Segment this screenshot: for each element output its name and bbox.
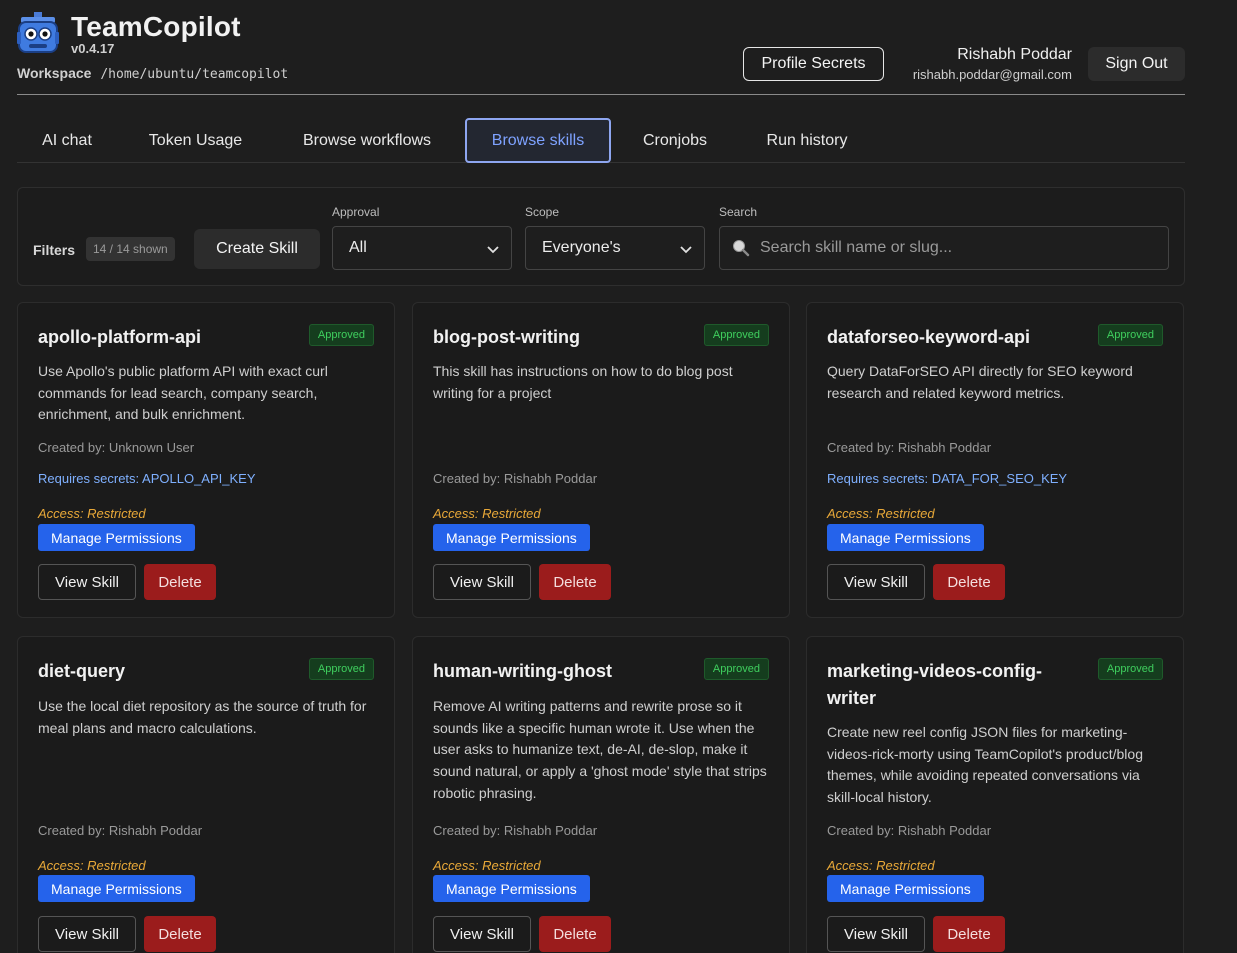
- tab-ai-chat[interactable]: AI chat: [27, 118, 107, 163]
- skill-name: dataforseo-keyword-api: [827, 327, 1031, 347]
- tab-browse-skills[interactable]: Browse skills: [465, 118, 611, 163]
- view-skill-button[interactable]: View Skill: [433, 916, 531, 952]
- required-secrets: Requires secrets: DATA_FOR_SEO_KEY: [827, 471, 1068, 486]
- search-box: [719, 226, 1169, 270]
- user-email: rishabh.poddar@gmail.com: [912, 67, 1072, 82]
- access-level: Access: Restricted: [38, 506, 146, 521]
- app-version: v0.4.17: [71, 41, 115, 56]
- manage-permissions-button[interactable]: Manage Permissions: [38, 524, 195, 551]
- tab-run-history[interactable]: Run history: [752, 118, 862, 163]
- view-skill-button[interactable]: View Skill: [827, 564, 925, 600]
- created-by: Created by: Unknown User: [38, 440, 195, 455]
- required-secrets: Requires secrets: APOLLO_API_KEY: [38, 471, 256, 486]
- skill-card: marketing-videos-config-writer Approved …: [806, 636, 1184, 953]
- skill-description: This skill has instructions on how to do…: [433, 363, 733, 401]
- search-label: Search: [719, 205, 758, 219]
- filters-panel: Filters 14 / 14 shown Create Skill Appro…: [17, 187, 1185, 286]
- skill-card: apollo-platform-api Approved Use Apollo'…: [17, 302, 395, 618]
- app-title: TeamCopilot: [71, 11, 241, 42]
- status-badge: Approved: [703, 658, 769, 680]
- chevron-down-icon: [680, 246, 692, 254]
- skill-card: blog-post-writing Approved This skill ha…: [412, 302, 790, 618]
- robot-logo-icon: [17, 12, 59, 53]
- delete-button[interactable]: Delete: [539, 564, 611, 600]
- approval-select[interactable]: All: [332, 226, 512, 270]
- access-level: Access: Restricted: [827, 858, 935, 873]
- skill-description: Query DataForSEO API directly for SEO ke…: [827, 363, 1133, 401]
- skill-description: Remove AI writing patterns and rewrite p…: [433, 698, 767, 801]
- created-by: Created by: Rishabh Poddar: [38, 823, 203, 838]
- workspace-info: Workspace /home/ubuntu/teamcopilot: [17, 65, 288, 82]
- status-badge: Approved: [308, 324, 374, 346]
- manage-permissions-button[interactable]: Manage Permissions: [827, 524, 984, 551]
- app-header: TeamCopilot v0.4.17 Workspace /home/ubun…: [17, 10, 1185, 95]
- workspace-label: Workspace: [17, 65, 92, 81]
- status-badge: Approved: [1097, 658, 1163, 680]
- access-level: Access: Restricted: [433, 506, 541, 521]
- search-input[interactable]: [760, 227, 1160, 269]
- scope-label: Scope: [525, 205, 560, 219]
- view-skill-button[interactable]: View Skill: [38, 564, 136, 600]
- create-skill-button[interactable]: Create Skill: [194, 229, 320, 269]
- manage-permissions-button[interactable]: Manage Permissions: [433, 875, 590, 902]
- status-badge: Approved: [1097, 324, 1163, 346]
- status-badge: Approved: [703, 324, 769, 346]
- sign-out-button[interactable]: Sign Out: [1088, 47, 1185, 81]
- skill-card: human-writing-ghost Approved Remove AI w…: [412, 636, 790, 953]
- approval-value: All: [349, 239, 367, 256]
- manage-permissions-button[interactable]: Manage Permissions: [38, 875, 195, 902]
- skill-name: diet-query: [38, 661, 126, 681]
- view-skill-button[interactable]: View Skill: [433, 564, 531, 600]
- manage-permissions-button[interactable]: Manage Permissions: [433, 524, 590, 551]
- view-skill-button[interactable]: View Skill: [827, 916, 925, 952]
- created-by: Created by: Rishabh Poddar: [433, 823, 598, 838]
- chevron-down-icon: [487, 246, 499, 254]
- status-badge: Approved: [308, 658, 374, 680]
- created-by: Created by: Rishabh Poddar: [827, 440, 992, 455]
- skill-name: blog-post-writing: [433, 327, 580, 347]
- main-tabs: AI chat Token Usage Browse workflows Bro…: [17, 118, 1185, 163]
- skill-description: Use the local diet repository as the sou…: [38, 698, 367, 736]
- skill-description: Use Apollo's public platform API with ex…: [38, 363, 328, 423]
- user-name: Rishabh Poddar: [957, 46, 1072, 63]
- created-by: Created by: Rishabh Poddar: [827, 823, 992, 838]
- filters-label: Filters: [33, 242, 76, 258]
- scope-select[interactable]: Everyone's: [525, 226, 705, 270]
- skill-name: apollo-platform-api: [38, 327, 201, 347]
- access-level: Access: Restricted: [38, 858, 146, 873]
- tab-cronjobs[interactable]: Cronjobs: [629, 118, 721, 163]
- search-icon: [733, 240, 750, 257]
- skill-name: human-writing-ghost: [433, 661, 612, 681]
- delete-button[interactable]: Delete: [144, 916, 216, 952]
- manage-permissions-button[interactable]: Manage Permissions: [827, 875, 984, 902]
- created-by: Created by: Rishabh Poddar: [433, 471, 598, 486]
- approval-label: Approval: [332, 205, 380, 219]
- delete-button[interactable]: Delete: [933, 916, 1005, 952]
- delete-button[interactable]: Delete: [539, 916, 611, 952]
- skill-name: marketing-videos-config-writer: [827, 661, 1043, 708]
- view-skill-button[interactable]: View Skill: [38, 916, 136, 952]
- access-level: Access: Restricted: [827, 506, 935, 521]
- workspace-path: /home/ubuntu/teamcopilot: [100, 67, 289, 82]
- skill-description: Create new reel config JSON files for ma…: [827, 724, 1143, 806]
- delete-button[interactable]: Delete: [144, 564, 216, 600]
- shown-count-badge: 14 / 14 shown: [86, 237, 175, 261]
- tab-token-usage[interactable]: Token Usage: [133, 118, 258, 163]
- access-level: Access: Restricted: [433, 858, 541, 873]
- scope-value: Everyone's: [542, 239, 621, 256]
- tab-browse-workflows[interactable]: Browse workflows: [287, 118, 447, 163]
- profile-secrets-button[interactable]: Profile Secrets: [743, 47, 884, 81]
- skill-card: diet-query Approved Use the local diet r…: [17, 636, 395, 953]
- delete-button[interactable]: Delete: [933, 564, 1005, 600]
- skill-card: dataforseo-keyword-api Approved Query Da…: [806, 302, 1184, 618]
